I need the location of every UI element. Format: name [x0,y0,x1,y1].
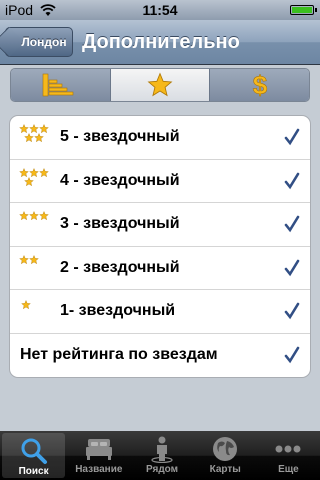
three-stars-icon [19,211,49,220]
rating-row-1[interactable]: 1- звездочный [10,290,310,334]
battery-icon [290,5,317,15]
segment-ranking[interactable] [11,69,111,101]
rating-label-none: Нет рейтинга по звездам [20,346,218,364]
one-star-icon [21,300,31,309]
rating-row-2[interactable]: 2 - звездочный [10,247,310,290]
checkmark-icon [284,346,300,363]
tab-label: Еще [278,464,299,475]
rating-label-3: 3 - звездочный [60,215,180,233]
rating-row-4[interactable]: 4 - звездочный [10,160,310,203]
tab-label: Карты [209,464,241,475]
tab-maps[interactable]: Карты [194,431,257,480]
back-button-label: Лондон [21,35,67,49]
dollar-icon: $ [252,71,268,99]
segment-price[interactable]: $ [210,69,309,101]
checkmark-icon [284,259,300,276]
tab-search[interactable]: Поиск [2,433,66,478]
five-stars-icon [19,124,49,142]
checkmark-icon [284,215,300,233]
star-rating-list: 5 - звездочный 4 - звездочный 3 - звездо… [9,115,311,378]
tab-bar: Поиск Название Рядом Карты Еще [0,431,320,480]
search-icon [21,438,47,464]
rating-row-none[interactable]: Нет рейтинга по звездам [10,334,310,378]
four-stars-icon [19,167,49,186]
navigation-bar: Лондон Дополнительно [0,20,320,65]
rating-row-5[interactable]: 5 - звездочный [10,116,310,160]
tab-label: Название [75,464,123,475]
tab-nearby[interactable]: Рядом [130,431,193,480]
bed-icon [85,439,112,460]
rating-row-3[interactable]: 3 - звездочный [10,203,310,247]
checkmark-icon [284,302,300,320]
tab-label: Поиск [18,466,49,477]
person-location-icon [151,436,173,463]
star-icon [147,72,173,97]
status-bar: iPod 11:54 [0,0,320,20]
checkmark-icon [284,172,300,189]
page-title: Дополнительно [82,31,240,53]
tab-more[interactable]: Еще [257,431,320,480]
segment-stars[interactable] [110,69,211,101]
more-icon [275,445,301,453]
svg-text:$: $ [252,71,267,99]
rating-label-5: 5 - звездочный [60,128,180,146]
checkmark-icon [284,128,300,146]
bar-chart-icon [43,73,74,97]
tab-name[interactable]: Название [67,431,130,480]
tab-label: Рядом [145,464,179,475]
status-time: 11:54 [142,2,178,18]
back-button[interactable]: Лондон [5,27,73,57]
globe-icon [213,437,238,461]
rating-label-1: 1- звездочный [60,302,176,320]
filter-segmented-control: $ [10,68,310,102]
two-stars-icon [19,254,39,264]
rating-label-4: 4 - звездочный [60,171,180,189]
rating-label-2: 2 - звездочный [60,258,180,276]
